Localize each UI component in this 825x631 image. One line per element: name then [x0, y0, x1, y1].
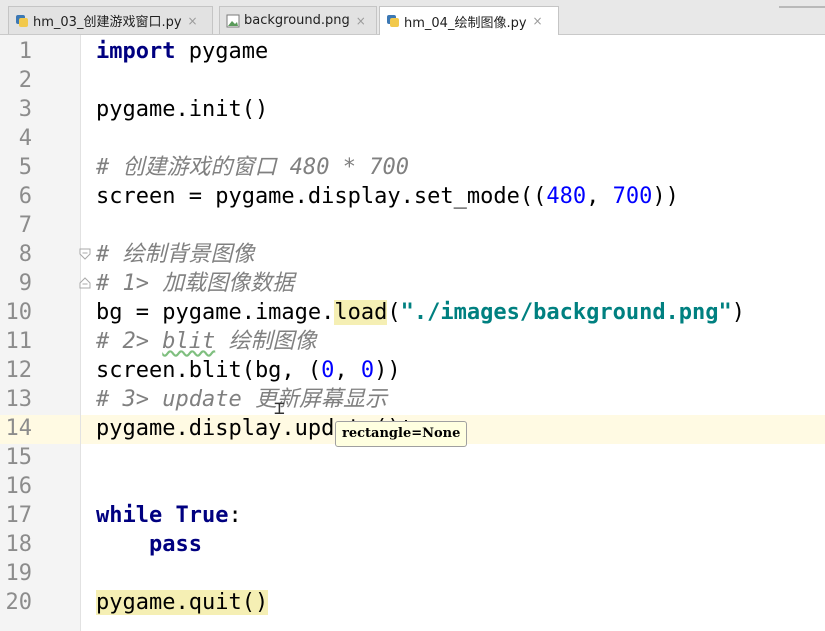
- comment-text: 绘制图像: [215, 329, 317, 354]
- code-text: ,: [334, 358, 361, 383]
- line-number: 18: [5, 532, 33, 557]
- tab-label: hm_03_创建游戏窗口.py: [33, 15, 182, 30]
- line-number: 17: [5, 503, 33, 528]
- ibeam-cursor-icon: ⌶: [274, 398, 285, 419]
- line-number: 19: [5, 561, 33, 586]
- line-number: 15: [5, 445, 33, 470]
- code-text: (: [387, 300, 401, 325]
- fold-close-icon[interactable]: [79, 277, 91, 289]
- line-number: 2: [18, 68, 32, 93]
- fold-open-icon[interactable]: [79, 248, 91, 260]
- keyword: pass: [148, 532, 202, 557]
- line-number: 1: [18, 39, 32, 64]
- code-text: screen.blit(bg, (: [96, 358, 322, 383]
- python-file-icon: [16, 14, 28, 27]
- code-line-1[interactable]: import pygame: [96, 37, 268, 66]
- line-number: 12: [5, 358, 33, 383]
- code-line-10[interactable]: bg = pygame.image.load("./images/backgro…: [96, 298, 745, 327]
- code-line-11-comment[interactable]: # 2> blit 绘制图像: [96, 327, 316, 356]
- line-number: 16: [5, 474, 33, 499]
- keyword: while: [96, 503, 163, 528]
- number-literal: 700: [612, 184, 653, 209]
- tab-label: background.png: [244, 13, 350, 28]
- code-line-17[interactable]: pass: [96, 530, 202, 559]
- line-number: 6: [18, 184, 32, 209]
- python-file-icon: [387, 15, 399, 27]
- line-number: 3: [18, 97, 32, 122]
- comment-text: # 2>: [96, 329, 163, 354]
- number-literal: 0: [360, 358, 375, 383]
- line-number: 14: [5, 416, 33, 441]
- code-text: ): [731, 300, 746, 325]
- tab-background-png[interactable]: background.png ×: [219, 6, 377, 34]
- keyword: True: [175, 503, 229, 528]
- tab-hm-03[interactable]: hm_03_创建游戏窗口.py ×: [8, 6, 213, 34]
- number-literal: 480: [546, 184, 587, 209]
- close-icon[interactable]: ×: [188, 14, 198, 28]
- tabbar-divider: [779, 0, 825, 8]
- code-text: )): [652, 184, 679, 209]
- code-text: ,: [586, 184, 613, 209]
- code-text: )): [374, 358, 401, 383]
- spellcheck-word: blit: [162, 329, 216, 354]
- line-number: 20: [5, 590, 33, 615]
- image-file-icon: [226, 14, 240, 27]
- parameter-info-tooltip: rectangle=None: [335, 421, 468, 447]
- number-literal: 0: [321, 358, 335, 383]
- code-text: pygame: [175, 39, 269, 64]
- tab-label: hm_04_绘制图像.py: [404, 15, 527, 31]
- highlighted-code: pygame.quit(): [96, 590, 269, 615]
- tab-hm-04[interactable]: hm_04_绘制图像.py ×: [379, 6, 559, 35]
- code-line-3[interactable]: pygame.init(): [96, 95, 268, 124]
- code-line-5-comment[interactable]: # 创建游戏的窗口 480 * 700: [96, 153, 409, 182]
- code-line-12[interactable]: screen.blit(bg, (0, 0)): [96, 356, 401, 385]
- code-text: bg = pygame.image.: [96, 300, 335, 325]
- code-line-9-comment[interactable]: # 1> 加载图像数据: [96, 269, 294, 298]
- line-number: 11: [5, 329, 33, 354]
- line-number: 7: [18, 213, 32, 238]
- code-line-13-comment[interactable]: # 3> update 更新屏幕显示: [96, 385, 387, 414]
- keyword: import: [96, 39, 176, 64]
- code-text: screen = pygame.display.set_mode((: [96, 184, 547, 209]
- code-line-16[interactable]: while True:: [96, 501, 242, 530]
- line-number: 10: [5, 300, 33, 325]
- line-number-gutter: 1 2 3 4 5 6 7 8 9 10 11 12 13 14 15 16 1…: [0, 35, 81, 631]
- string-literal: "./images/background.png": [400, 300, 732, 325]
- close-icon[interactable]: ×: [533, 14, 543, 28]
- line-number: 8: [18, 242, 32, 267]
- code-line-6[interactable]: screen = pygame.display.set_mode((480, 7…: [96, 182, 679, 211]
- code-text: :: [228, 503, 242, 528]
- line-number: 5: [18, 155, 32, 180]
- line-number: 13: [5, 387, 33, 412]
- code-line-8-comment[interactable]: # 绘制背景图像: [96, 240, 255, 269]
- line-number: 4: [18, 126, 32, 151]
- line-number: 9: [18, 271, 32, 296]
- highlighted-function: load: [334, 300, 388, 325]
- code-line-19[interactable]: pygame.quit(): [96, 588, 269, 617]
- editor-tab-bar: hm_03_创建游戏窗口.py × background.png × hm_04…: [0, 0, 825, 35]
- close-icon[interactable]: ×: [356, 14, 366, 28]
- code-editor[interactable]: 1 2 3 4 5 6 7 8 9 10 11 12 13 14 15 16 1…: [0, 35, 825, 631]
